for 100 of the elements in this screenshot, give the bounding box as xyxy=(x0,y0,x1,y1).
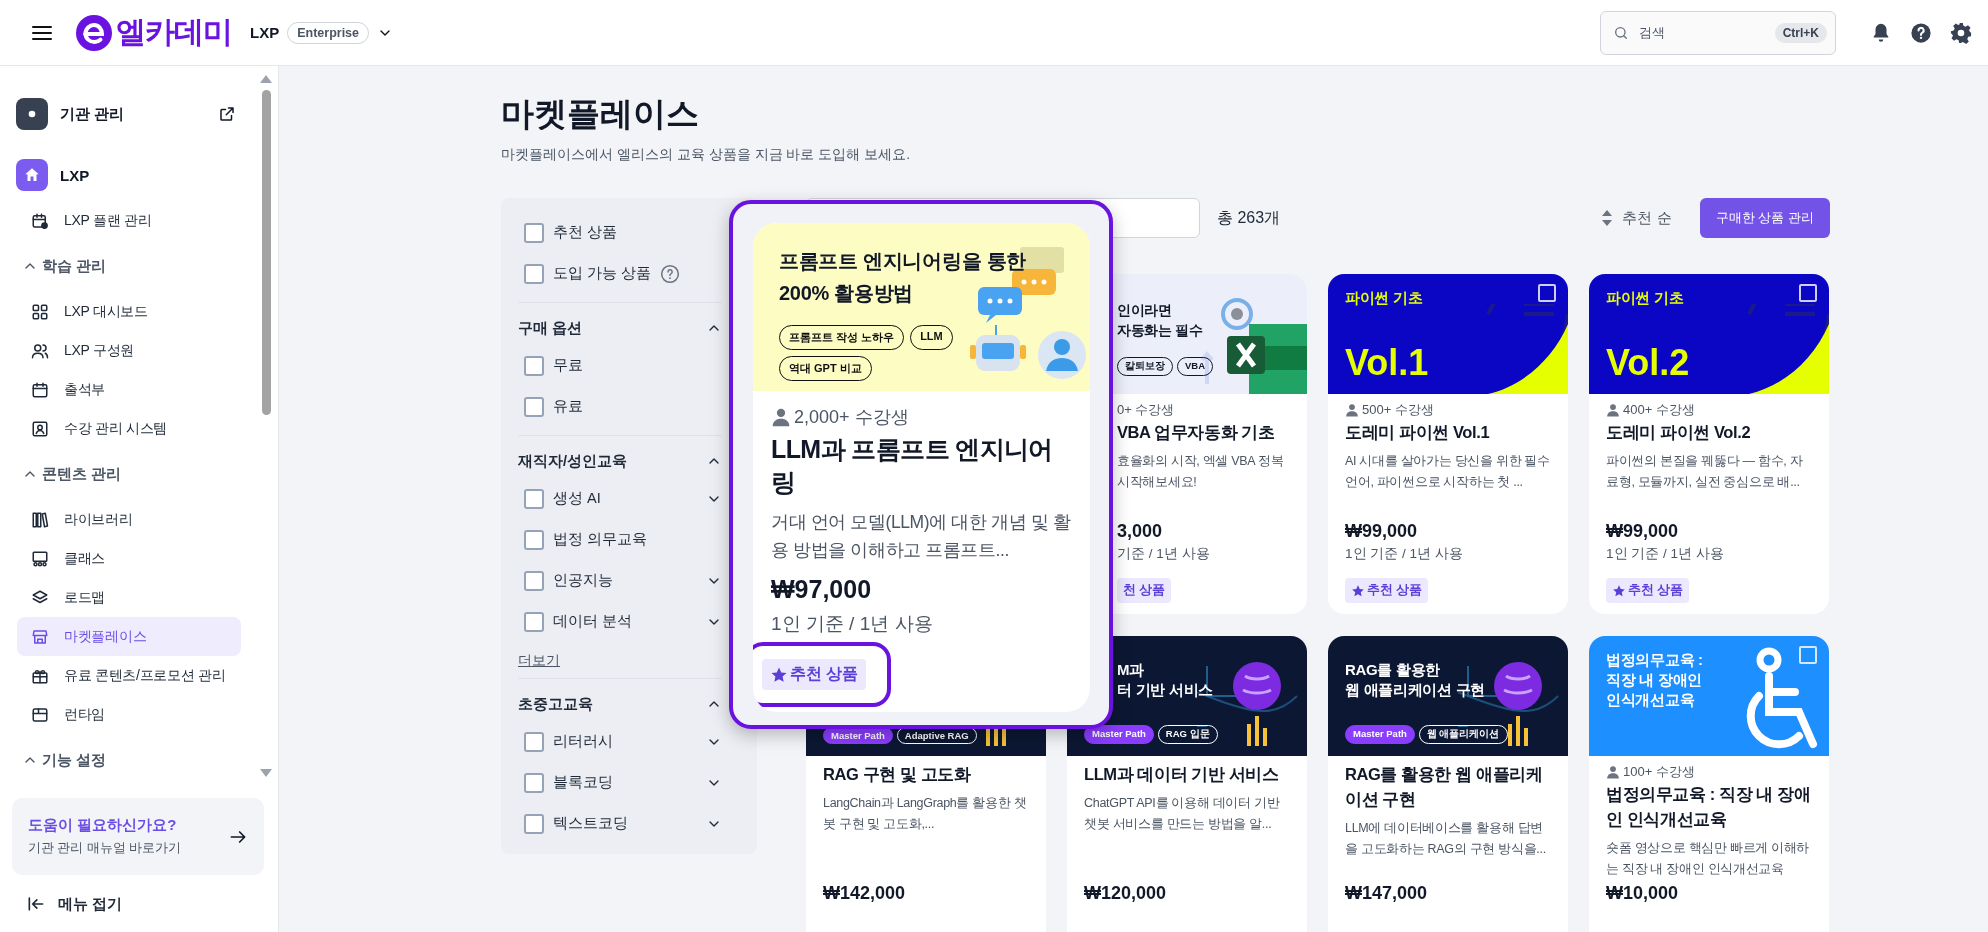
course-description: 파이썬의 본질을 꿰뚫다 — 함수, 자료형, 모듈까지, 실전 중심으로 배... xyxy=(1606,453,1804,491)
search-input[interactable]: 검색 xyxy=(1637,24,1767,41)
logo-text: 엘카데미 xyxy=(116,14,232,50)
collapse-menu-button[interactable]: 메뉴 접기 xyxy=(26,893,278,915)
select-checkbox[interactable] xyxy=(1799,284,1817,302)
course-title[interactable]: RAG를 활용한 웹 애플리케이션 구현 xyxy=(1345,762,1551,812)
scroll-up-icon xyxy=(259,74,273,84)
checkbox[interactable] xyxy=(524,488,544,509)
course-title[interactable]: VBA 업무자동화 기초 xyxy=(1117,420,1290,445)
course-description: LLM에 데이터베이스를 활용해 답변을 고도화하는 RAG의 구현 방식을... xyxy=(1345,820,1547,858)
course-title[interactable]: RAG 구현 및 고도화 xyxy=(823,762,1029,787)
student-count: 2,000+ 수강생 xyxy=(771,405,1072,429)
filter-section-header[interactable]: 구매 옵션 xyxy=(518,311,722,345)
filter-label: 리터러시 xyxy=(553,732,614,751)
student-count: 400+ 수강생 xyxy=(1606,400,1812,420)
manage-purchases-button[interactable]: 구매한 상품 관리 xyxy=(1699,198,1830,238)
sidebar-item[interactable]: LXP xyxy=(16,155,236,195)
filter-label: 블록코딩 xyxy=(553,773,614,792)
person-icon xyxy=(1606,765,1620,779)
external-link-icon xyxy=(218,105,236,123)
select-checkbox[interactable] xyxy=(1538,284,1556,302)
section-header[interactable]: 학습 관리 xyxy=(22,246,258,286)
recommended-badge: 추천 상품 xyxy=(762,659,867,690)
banner-heading: M과 xyxy=(1117,660,1144,680)
person-icon xyxy=(1606,403,1620,417)
section-header[interactable]: 콘텐츠 관리 xyxy=(22,454,258,494)
select-checkbox[interactable] xyxy=(1799,646,1817,664)
banner-heading: 200% 활용방법 xyxy=(779,281,913,306)
checkbox[interactable] xyxy=(524,813,544,834)
box-icon xyxy=(31,705,49,724)
users-icon xyxy=(31,341,49,360)
banner-heading: 프롬프트 엔지니어링을 통한 xyxy=(779,249,1026,274)
course-title[interactable]: 법정의무교육 : 직장 내 장애인 인식개선교육 xyxy=(1606,782,1812,832)
sidebar-item[interactable]: 로드맵 xyxy=(17,578,241,617)
price-terms: 1인 기준 / 1년 사용 xyxy=(1345,545,1464,563)
scrollbar-thumb[interactable] xyxy=(261,90,271,415)
sidebar-item[interactable]: 라이브러리 xyxy=(17,500,241,539)
course-description: 거대 언어 모델(LLM)에 대한 개념 및 활용 방법을 이해하고 프롬프트... xyxy=(771,511,1072,562)
sort-dropdown[interactable]: 추천 순 xyxy=(1600,208,1672,228)
person-icon xyxy=(1345,403,1359,417)
workspace-name: LXP xyxy=(250,24,280,41)
course-title[interactable]: LLM과 데이터 기반 서비스 xyxy=(1084,762,1290,787)
sidebar-item[interactable]: 마켓플레이스 xyxy=(17,617,241,656)
sidebar-item[interactable]: LXP 구성원 xyxy=(17,331,241,370)
recommended-badge: 추천 상품 xyxy=(1606,578,1690,603)
course-title[interactable]: 도레미 파이썬 Vol.1 xyxy=(1345,420,1551,445)
filter-label: 도입 가능 상품 xyxy=(553,264,652,283)
course-title[interactable]: 도레미 파이썬 Vol.2 xyxy=(1606,420,1812,445)
filter-label: 텍스트코딩 xyxy=(553,814,629,833)
course-price: ₩147,000 xyxy=(1345,882,1429,905)
sidebar-item[interactable]: LXP 대시보드 xyxy=(17,292,241,331)
sidebar-item[interactable]: LXP 플랜 관리 xyxy=(17,201,241,240)
filter-section-header[interactable]: 재직자/성인교육 xyxy=(518,444,722,478)
course-price: ₩10,000 xyxy=(1606,882,1680,905)
sidebar-item[interactable]: 유료 콘텐츠/프로모션 관리 xyxy=(17,656,241,695)
help-icon[interactable] xyxy=(1910,21,1932,44)
course-title[interactable]: LLM과 프롬프트 엔지니어링 xyxy=(771,433,1072,499)
banner-heading: 터 기반 서비스 xyxy=(1117,680,1213,700)
more-link[interactable]: 더보기 xyxy=(518,652,722,670)
banner-heading: 법정의무교육 : xyxy=(1606,650,1703,670)
sidebar-item[interactable]: 클래스 xyxy=(17,539,241,578)
store-icon xyxy=(31,627,49,646)
banner-volume: Vol.2 xyxy=(1606,342,1690,384)
classroom-icon xyxy=(31,549,49,568)
section-header[interactable]: 기능 설정 xyxy=(22,740,258,780)
page-title: 마켓플레이스 xyxy=(501,94,700,134)
help-link: 기관 관리 매뉴얼 바로가기 xyxy=(28,840,183,857)
dashboard-icon xyxy=(31,302,49,321)
total-count: 총 263개 xyxy=(1217,207,1281,228)
checkbox[interactable] xyxy=(524,355,544,376)
checkbox[interactable] xyxy=(524,529,544,550)
course-price: ₩99,000 xyxy=(1606,520,1680,543)
student-count: 500+ 수강생 xyxy=(1345,400,1551,420)
checkbox[interactable] xyxy=(524,731,544,752)
checkbox[interactable] xyxy=(524,263,544,284)
banner-tag: Master Path xyxy=(1345,725,1415,744)
banner-tag: Master Path xyxy=(1084,725,1154,744)
checkbox[interactable] xyxy=(524,570,544,591)
sidebar-item[interactable]: 출석부 xyxy=(17,370,241,409)
course-price: ₩97,000 xyxy=(771,574,873,605)
checkbox[interactable] xyxy=(524,222,544,243)
sidebar-item[interactable]: 기관 관리 xyxy=(16,94,236,134)
filter-section-header[interactable]: 초중고교육 xyxy=(518,687,722,721)
help-card[interactable]: 도움이 필요하신가요? 기관 관리 매뉴얼 바로가기 xyxy=(12,798,264,875)
scroll-down-icon xyxy=(259,768,273,778)
course-price: ₩120,000 xyxy=(1084,882,1168,905)
student-count: 0+ 수강생 xyxy=(1117,401,1176,419)
course-description: 숏폼 영상으로 핵심만 빠르게 이해하는 직장 내 장애인 인식개선교육 xyxy=(1606,840,1811,878)
checkbox[interactable] xyxy=(524,396,544,417)
calendar-icon xyxy=(31,380,49,399)
course-price: ₩99,000 xyxy=(1345,520,1419,543)
filter-label: 데이터 분석 xyxy=(553,612,634,631)
checkbox[interactable] xyxy=(524,772,544,793)
checkbox[interactable] xyxy=(524,611,544,632)
books-icon xyxy=(31,510,49,529)
sidebar-item[interactable]: 런타임 xyxy=(17,695,241,734)
banner-heading: 파이썬 기초 xyxy=(1345,288,1423,308)
search-bar[interactable]: 검색 Ctrl+K xyxy=(1600,10,1836,55)
sidebar-item[interactable]: 수강 관리 시스템 xyxy=(17,409,241,448)
collapse-icon xyxy=(26,894,46,914)
